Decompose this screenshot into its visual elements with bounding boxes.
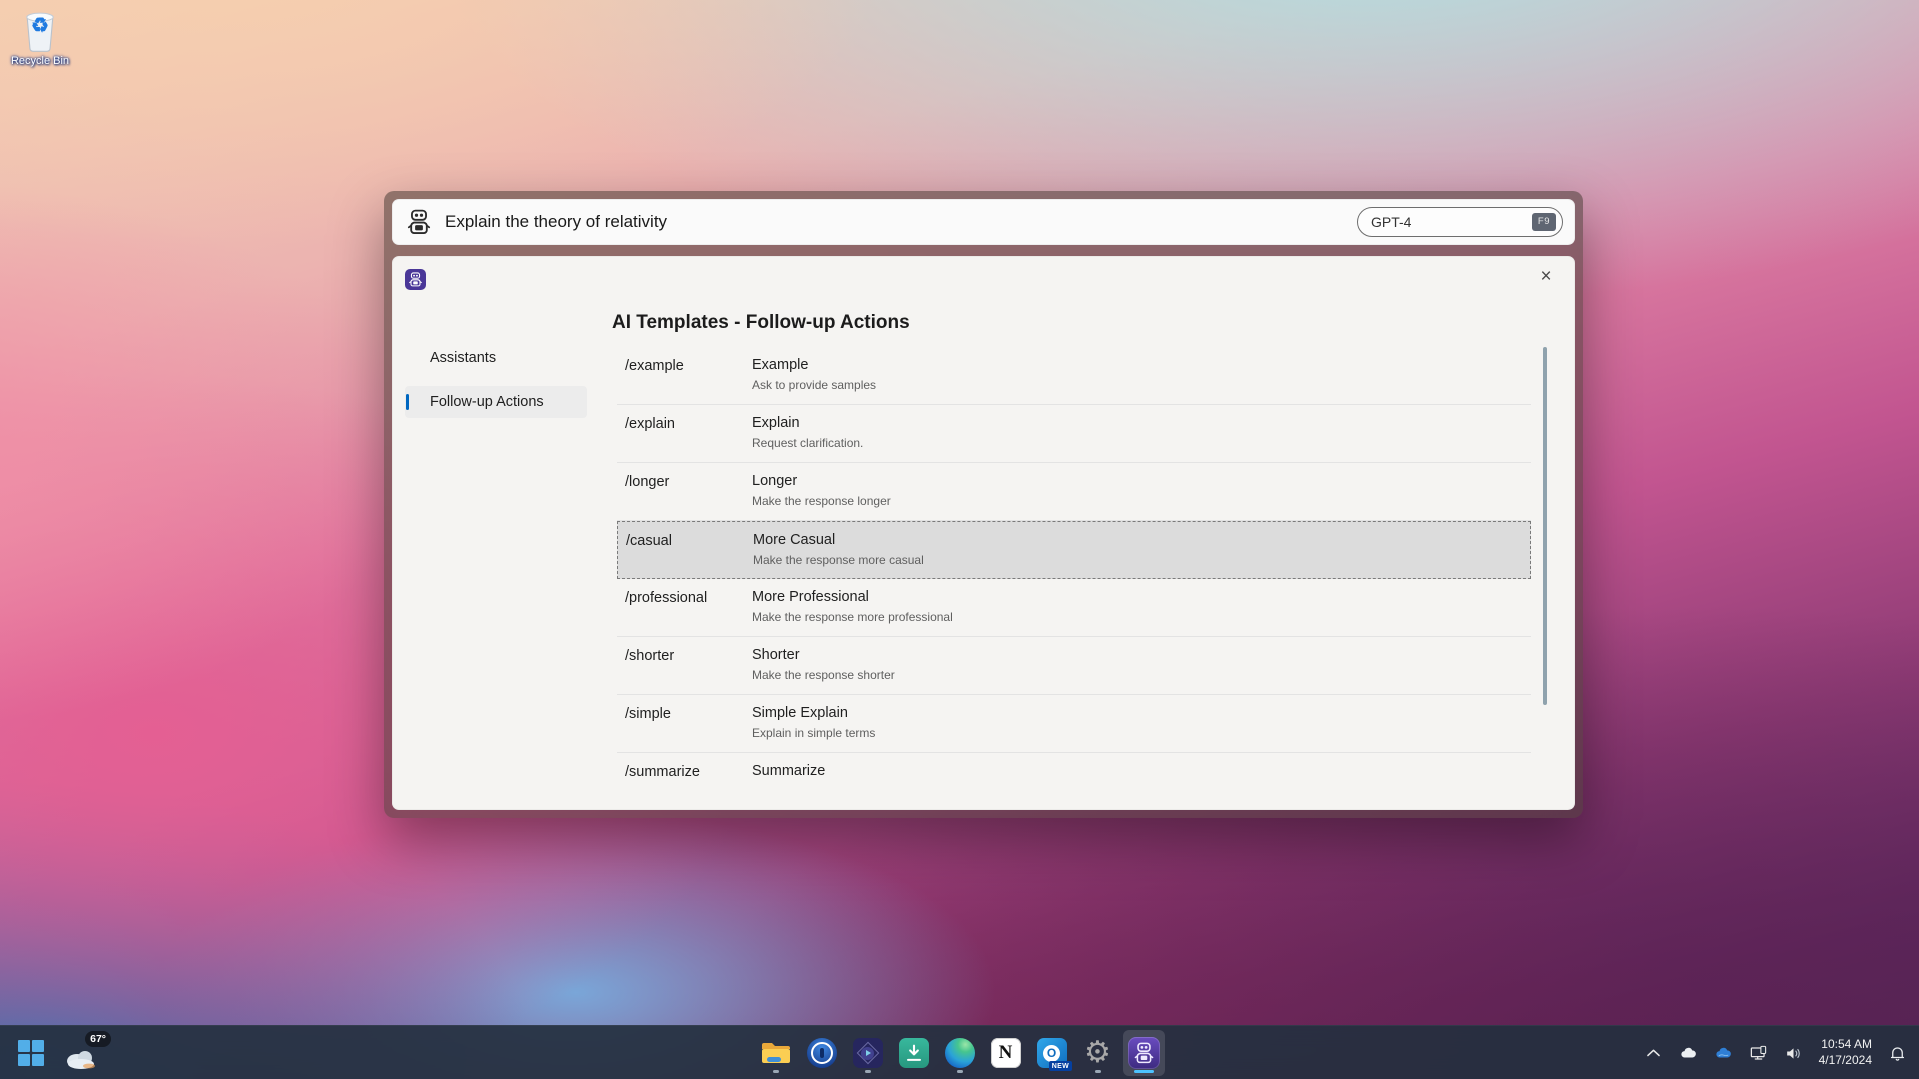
tray-onedrive[interactable] (1710, 1033, 1738, 1073)
template-command: /casual (626, 533, 672, 549)
taskbar-app-edge[interactable] (939, 1030, 981, 1076)
recycle-bin-icon: ♻ (18, 6, 62, 54)
tray-time: 10:54 AM (1819, 1037, 1872, 1053)
model-selector[interactable]: GPT-4 F9 (1357, 207, 1563, 237)
prompt-input[interactable] (445, 212, 1357, 232)
taskbar-app-outlook[interactable]: O NEW (1031, 1030, 1073, 1076)
tray-cast[interactable] (1745, 1033, 1773, 1073)
sidebar-item-assistants[interactable]: Assistants (405, 342, 587, 374)
running-indicator (865, 1070, 871, 1073)
template-command: /example (625, 358, 684, 374)
template-row-example[interactable]: /example Example Ask to provide samples (617, 347, 1531, 405)
template-row-longer[interactable]: /longer Longer Make the response longer (617, 463, 1531, 521)
scrollbar[interactable] (1543, 347, 1547, 705)
onedrive-cloud-icon (1714, 1044, 1733, 1063)
notion-icon: N (991, 1038, 1021, 1068)
template-row-explain[interactable]: /explain Explain Request clarification. (617, 405, 1531, 463)
template-description: Make the response more casual (753, 553, 924, 567)
media-player-icon (853, 1038, 883, 1068)
template-command: /summarize (625, 764, 700, 780)
taskbar-app-1password[interactable] (801, 1030, 843, 1076)
download-icon (899, 1038, 929, 1068)
template-command: /simple (625, 706, 671, 722)
template-description: Request clarification. (752, 436, 863, 450)
taskbar-app-downloads[interactable] (893, 1030, 935, 1076)
taskbar-app-ai-assistant[interactable] (1123, 1030, 1165, 1076)
template-row-professional[interactable]: /professional More Professional Make the… (617, 579, 1531, 637)
ai-assistant-icon (1128, 1037, 1160, 1069)
template-description: Ask to provide samples (752, 378, 876, 392)
template-command: /explain (625, 416, 675, 432)
file-explorer-icon (761, 1041, 791, 1065)
active-window-indicator (1134, 1070, 1154, 1073)
template-description: Make the response more professional (752, 610, 953, 624)
app-logo-icon (405, 269, 426, 290)
panel-title: AI Templates - Follow-up Actions (612, 312, 910, 334)
gear-icon: ⚙ (1084, 1038, 1111, 1068)
display-cast-icon (1749, 1044, 1768, 1063)
sidebar-item-label: Assistants (430, 350, 496, 366)
template-name: Longer (752, 473, 797, 489)
system-tray: 10:54 AM 4/17/2024 (1640, 1026, 1911, 1079)
speaker-icon (1784, 1044, 1803, 1063)
tray-date: 4/17/2024 (1819, 1053, 1872, 1069)
model-name: GPT-4 (1371, 214, 1532, 230)
template-name: Example (752, 357, 808, 373)
template-row-shorter[interactable]: /shorter Shorter Make the response short… (617, 637, 1531, 695)
prompt-bar: GPT-4 F9 (392, 199, 1575, 245)
taskbar: 67° (0, 1025, 1919, 1079)
template-name: More Professional (752, 589, 869, 605)
template-row-casual[interactable]: /casual More Casual Make the response mo… (617, 521, 1531, 579)
edge-browser-icon (945, 1038, 975, 1068)
template-name: Simple Explain (752, 705, 848, 721)
running-indicator (957, 1070, 963, 1073)
new-badge: NEW (1049, 1061, 1071, 1071)
template-row-simple[interactable]: /simple Simple Explain Explain in simple… (617, 695, 1531, 753)
tray-overflow-chevron[interactable] (1640, 1033, 1668, 1073)
clock[interactable]: 10:54 AM 4/17/2024 (1815, 1037, 1876, 1068)
running-indicator (773, 1070, 779, 1073)
templates-panel: × AI Templates - Follow-up Actions Assis… (392, 256, 1575, 810)
template-description: Make the response longer (752, 494, 891, 508)
recycle-bin-shortcut[interactable]: ♻ Recycle Bin (8, 6, 72, 67)
template-name: More Casual (753, 532, 835, 548)
templates-sidebar: Assistants Follow-up Actions (405, 342, 587, 430)
1password-icon (807, 1038, 837, 1068)
template-command: /longer (625, 474, 669, 490)
robot-icon (406, 209, 432, 235)
cloud-icon (1679, 1044, 1698, 1063)
tray-notifications[interactable] (1883, 1033, 1911, 1073)
chevron-up-icon (1644, 1044, 1663, 1063)
template-description: Explain in simple terms (752, 726, 875, 740)
sidebar-item-follow-up-actions[interactable]: Follow-up Actions (405, 386, 587, 418)
desktop-wallpaper: ♻ Recycle Bin GPT-4 F9 × AI Templates - … (0, 0, 1919, 1079)
tray-cloud-personal[interactable] (1675, 1033, 1703, 1073)
template-name: Shorter (752, 647, 800, 663)
taskbar-app-settings[interactable]: ⚙ (1077, 1030, 1119, 1076)
taskbar-app-file-explorer[interactable] (755, 1030, 797, 1076)
template-name: Explain (752, 415, 800, 431)
sidebar-item-label: Follow-up Actions (430, 394, 544, 410)
hotkey-badge: F9 (1532, 213, 1556, 231)
template-row-summarize[interactable]: /summarize Summarize (617, 753, 1531, 789)
template-name: Summarize (752, 763, 825, 779)
recycle-bin-label: Recycle Bin (8, 55, 72, 67)
close-icon[interactable]: × (1533, 264, 1559, 290)
template-command: /professional (625, 590, 707, 606)
tray-volume[interactable] (1780, 1033, 1808, 1073)
assistant-window: GPT-4 F9 × AI Templates - Follow-up Acti… (384, 191, 1583, 818)
outlook-icon: O NEW (1037, 1038, 1067, 1068)
recycle-symbol: ♻ (18, 13, 62, 38)
template-description: Make the response shorter (752, 668, 895, 682)
selection-accent-bar (406, 394, 409, 410)
running-indicator (1095, 1070, 1101, 1073)
taskbar-app-media-player[interactable] (847, 1030, 889, 1076)
taskbar-app-notion[interactable]: N (985, 1030, 1027, 1076)
template-command: /shorter (625, 648, 674, 664)
taskbar-apps: N O NEW ⚙ (0, 1026, 1919, 1079)
template-list: /example Example Ask to provide samples … (617, 347, 1531, 789)
bell-icon (1888, 1044, 1907, 1063)
